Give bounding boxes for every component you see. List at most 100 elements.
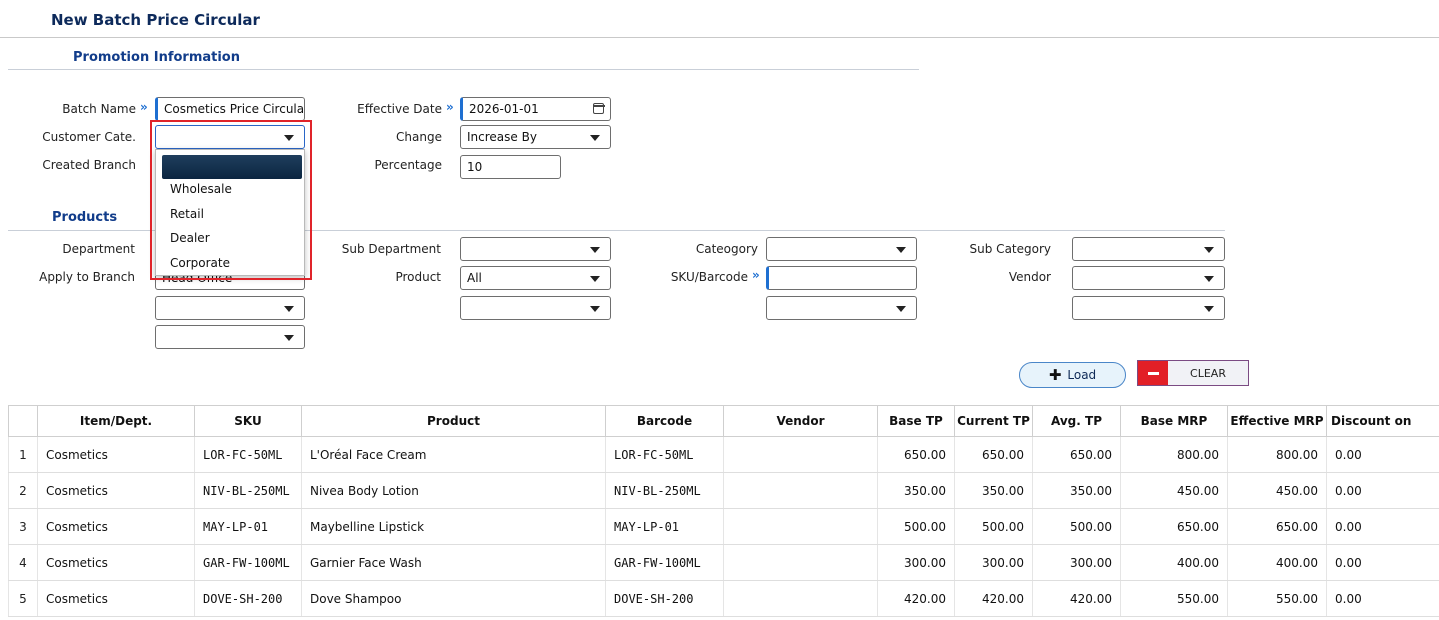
cell-effective-mrp[interactable]: 550.00 bbox=[1227, 580, 1327, 617]
page-title: New Batch Price Circular bbox=[51, 11, 260, 29]
batch-name-label: Batch Name bbox=[62, 102, 136, 116]
created-branch-label: Created Branch bbox=[42, 158, 136, 172]
cell-product: Dove Shampoo bbox=[301, 580, 606, 617]
calendar-icon[interactable] bbox=[592, 103, 605, 114]
chevron-down-icon bbox=[1204, 306, 1214, 312]
column-header bbox=[8, 405, 38, 437]
cell-effective-mrp[interactable]: 450.00 bbox=[1227, 472, 1327, 509]
promotion-section-title: Promotion Information bbox=[73, 50, 240, 65]
apply-branch-label: Apply to Branch bbox=[39, 270, 135, 284]
row-index: 5 bbox=[8, 580, 38, 617]
cell-sku: DOVE-SH-200 bbox=[194, 580, 302, 617]
plus-icon: ✚ bbox=[1048, 365, 1062, 384]
batch-name-input[interactable]: Cosmetics Price Circular bbox=[155, 97, 305, 121]
column-header[interactable]: Product bbox=[301, 405, 606, 437]
chevron-down-icon bbox=[284, 335, 294, 341]
chevron-down-icon bbox=[284, 306, 294, 312]
percentage-label: Percentage bbox=[374, 158, 442, 172]
minus-icon-box bbox=[1138, 361, 1168, 385]
promotion-section-divider bbox=[8, 69, 919, 70]
sku-barcode-input[interactable] bbox=[766, 266, 917, 290]
required-chevron-icon: » bbox=[140, 100, 148, 114]
sub-department-label: Sub Department bbox=[341, 242, 441, 256]
cell-discount[interactable]: 0.00 bbox=[1326, 436, 1439, 473]
table-row[interactable]: 3 Cosmetics MAY-LP-01 Maybelline Lipstic… bbox=[8, 508, 1439, 545]
cell-base-mrp: 400.00 bbox=[1120, 544, 1228, 581]
chevron-down-icon bbox=[590, 276, 600, 282]
chevron-down-icon bbox=[590, 306, 600, 312]
column-header[interactable]: Item/Dept. bbox=[37, 405, 195, 437]
cell-item-dept: Cosmetics bbox=[37, 436, 195, 473]
effective-date-input[interactable]: 2026-01-01 bbox=[460, 97, 611, 121]
clear-button[interactable]: CLEAR bbox=[1137, 360, 1249, 386]
sub-category-select[interactable] bbox=[1072, 237, 1225, 261]
product-label: Product bbox=[395, 270, 441, 284]
cell-sku: LOR-FC-50ML bbox=[194, 436, 302, 473]
cell-item-dept: Cosmetics bbox=[37, 508, 195, 545]
category-select-2[interactable] bbox=[766, 296, 917, 320]
table-row[interactable]: 2 Cosmetics NIV-BL-250ML Nivea Body Loti… bbox=[8, 472, 1439, 509]
category-select[interactable] bbox=[766, 237, 917, 261]
table-row[interactable]: 5 Cosmetics DOVE-SH-200 Dove Shampoo DOV… bbox=[8, 580, 1439, 617]
chevron-down-icon bbox=[896, 306, 906, 312]
cell-current-tp: 350.00 bbox=[954, 472, 1033, 509]
cell-base-tp: 420.00 bbox=[877, 580, 955, 617]
column-header[interactable]: Vendor bbox=[723, 405, 878, 437]
cell-discount[interactable]: 0.00 bbox=[1326, 508, 1439, 545]
change-select[interactable]: Increase By bbox=[460, 125, 611, 149]
apply-branch-select-3[interactable] bbox=[155, 325, 305, 349]
chevron-down-icon bbox=[1204, 247, 1214, 253]
cell-barcode: MAY-LP-01 bbox=[605, 508, 724, 545]
vendor-select[interactable] bbox=[1072, 266, 1225, 290]
cell-discount[interactable]: 0.00 bbox=[1326, 580, 1439, 617]
vendor-label: Vendor bbox=[1008, 270, 1051, 284]
cell-effective-mrp[interactable]: 400.00 bbox=[1227, 544, 1327, 581]
column-header[interactable]: Base TP bbox=[877, 405, 955, 437]
cell-base-tp: 500.00 bbox=[877, 508, 955, 545]
chevron-down-icon bbox=[1204, 276, 1214, 282]
cell-base-tp: 300.00 bbox=[877, 544, 955, 581]
cell-barcode: DOVE-SH-200 bbox=[605, 580, 724, 617]
cell-product: L'Oréal Face Cream bbox=[301, 436, 606, 473]
cell-item-dept: Cosmetics bbox=[37, 580, 195, 617]
table-row[interactable]: 1 Cosmetics LOR-FC-50ML L'Oréal Face Cre… bbox=[8, 436, 1439, 473]
column-header[interactable]: Effective MRP bbox=[1227, 405, 1327, 437]
table-row[interactable]: 4 Cosmetics GAR-FW-100ML Garnier Face Wa… bbox=[8, 544, 1439, 581]
minus-icon bbox=[1147, 371, 1159, 375]
cell-effective-mrp[interactable]: 800.00 bbox=[1227, 436, 1327, 473]
change-label: Change bbox=[396, 130, 442, 144]
category-label: Cateogory bbox=[695, 242, 758, 256]
cell-avg-tp: 350.00 bbox=[1032, 472, 1121, 509]
cell-discount[interactable]: 0.00 bbox=[1326, 472, 1439, 509]
table-header-row: Item/Dept. SKU Product Barcode Vendor Ba… bbox=[8, 405, 1439, 437]
row-index: 2 bbox=[8, 472, 38, 509]
cell-base-tp: 350.00 bbox=[877, 472, 955, 509]
column-header[interactable]: Base MRP bbox=[1120, 405, 1228, 437]
products-section-title: Products bbox=[52, 210, 118, 225]
cell-effective-mrp[interactable]: 650.00 bbox=[1227, 508, 1327, 545]
cell-item-dept: Cosmetics bbox=[37, 544, 195, 581]
sub-department-select[interactable] bbox=[460, 237, 611, 261]
cell-discount[interactable]: 0.00 bbox=[1326, 544, 1439, 581]
sku-barcode-label: SKU/Barcode bbox=[670, 270, 748, 284]
column-header[interactable]: Barcode bbox=[605, 405, 724, 437]
column-header[interactable]: Avg. TP bbox=[1032, 405, 1121, 437]
cell-barcode: LOR-FC-50ML bbox=[605, 436, 724, 473]
product-select[interactable]: All bbox=[460, 266, 611, 290]
apply-branch-select-2[interactable] bbox=[155, 296, 305, 320]
column-header[interactable]: SKU bbox=[194, 405, 302, 437]
column-header[interactable]: Current TP bbox=[954, 405, 1033, 437]
load-button[interactable]: ✚ Load bbox=[1019, 362, 1126, 388]
cell-avg-tp: 650.00 bbox=[1032, 436, 1121, 473]
cell-base-mrp: 450.00 bbox=[1120, 472, 1228, 509]
cell-current-tp: 420.00 bbox=[954, 580, 1033, 617]
percentage-input[interactable]: 10 bbox=[460, 155, 561, 179]
chevron-down-icon bbox=[896, 247, 906, 253]
clear-button-label: CLEAR bbox=[1168, 361, 1248, 385]
product-select-2[interactable] bbox=[460, 296, 611, 320]
cell-avg-tp: 500.00 bbox=[1032, 508, 1121, 545]
cell-vendor bbox=[723, 436, 878, 473]
load-button-label: Load bbox=[1067, 368, 1097, 382]
column-header[interactable]: Discount on bbox=[1326, 405, 1439, 437]
vendor-select-2[interactable] bbox=[1072, 296, 1225, 320]
